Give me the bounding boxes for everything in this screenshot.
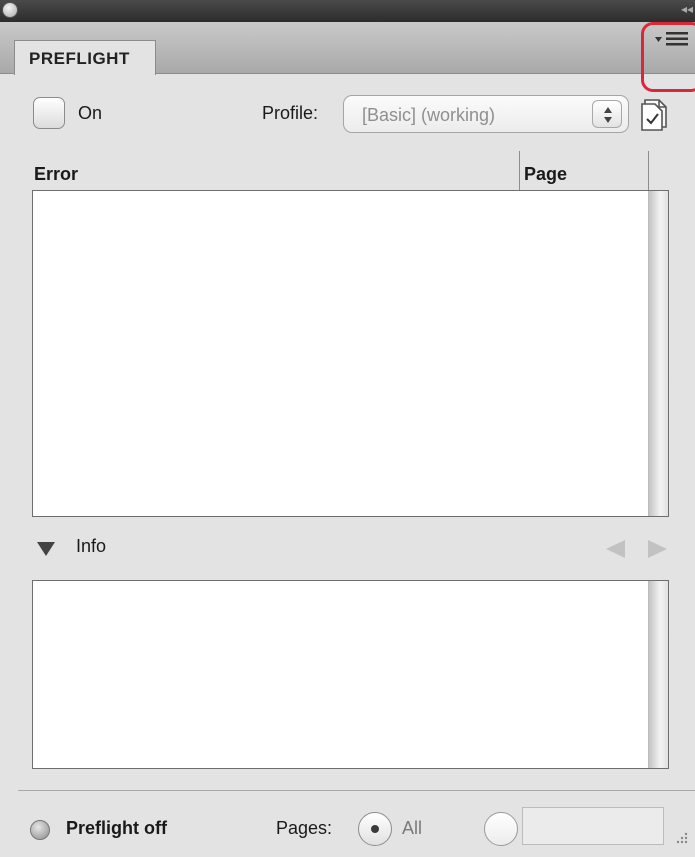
collapse-icon[interactable]: ◂◂ bbox=[681, 2, 693, 16]
profile-select-value: [Basic] (working) bbox=[362, 105, 496, 125]
pages-label: Pages: bbox=[276, 818, 333, 838]
panel-tab-row: PREFLIGHT bbox=[0, 22, 695, 75]
column-header-page[interactable]: Page bbox=[524, 164, 567, 185]
profile-stepper[interactable] bbox=[592, 100, 622, 128]
preflight-panel: ◂◂ PREFLIGHT On Profile: [Basic] (workin… bbox=[0, 0, 695, 857]
tab-preflight-label: PREFLIGHT bbox=[29, 49, 130, 68]
panel-menu-button[interactable] bbox=[652, 28, 692, 50]
column-header-error[interactable]: Error bbox=[34, 164, 78, 185]
on-checkbox[interactable] bbox=[33, 97, 65, 129]
page-range-field[interactable] bbox=[522, 807, 664, 845]
close-panel-button[interactable] bbox=[2, 2, 18, 18]
profile-select[interactable]: [Basic] (working) bbox=[343, 95, 629, 133]
info-box[interactable] bbox=[32, 580, 669, 769]
info-disclosure-triangle-icon[interactable] bbox=[36, 541, 56, 557]
resize-grip-icon[interactable] bbox=[673, 829, 689, 845]
info-box-scrollbar[interactable] bbox=[648, 581, 668, 768]
column-divider[interactable] bbox=[648, 151, 649, 191]
up-down-arrows-icon bbox=[604, 107, 612, 123]
preflight-status-label: Preflight off bbox=[66, 818, 167, 838]
pages-range-radio[interactable] bbox=[484, 812, 518, 846]
preflight-status-indicator-icon bbox=[30, 820, 50, 840]
info-label: Info bbox=[76, 536, 107, 556]
define-profiles-icon[interactable] bbox=[638, 95, 672, 133]
error-list-scrollbar[interactable] bbox=[648, 191, 668, 516]
next-arrow-icon[interactable] bbox=[646, 538, 670, 560]
pages-all-label: All bbox=[402, 818, 423, 838]
panel-menu-icon bbox=[655, 32, 688, 46]
previous-arrow-icon[interactable] bbox=[603, 538, 627, 560]
error-list[interactable] bbox=[32, 190, 669, 517]
column-divider[interactable] bbox=[519, 151, 520, 191]
on-label: On bbox=[78, 103, 103, 123]
footer-divider bbox=[18, 790, 695, 791]
radio-selected-dot bbox=[371, 825, 379, 833]
profile-label: Profile: bbox=[262, 103, 319, 123]
error-list-header: Error Page bbox=[32, 151, 669, 191]
tab-preflight[interactable]: PREFLIGHT bbox=[14, 40, 156, 75]
panel-title-strip: ◂◂ bbox=[0, 0, 695, 22]
pages-all-radio[interactable] bbox=[358, 812, 392, 846]
